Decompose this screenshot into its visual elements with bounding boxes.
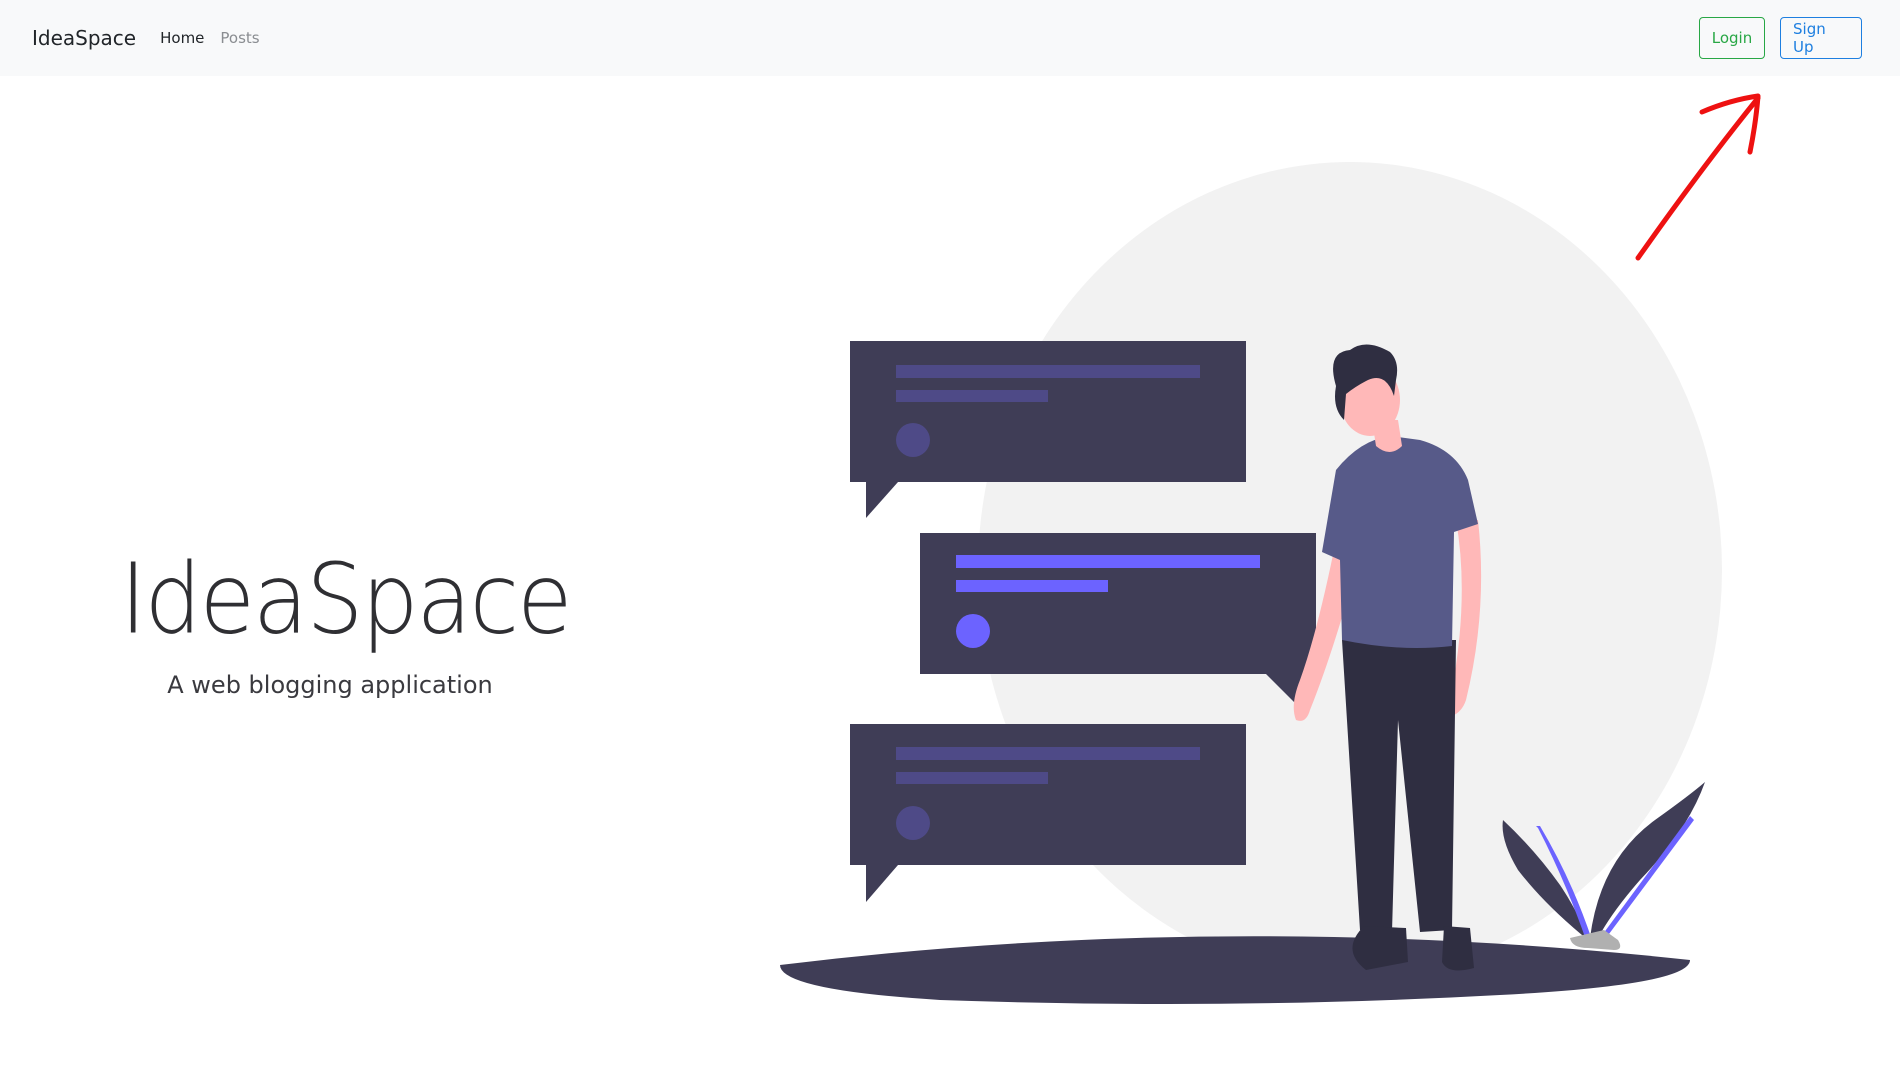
red-arrow-icon bbox=[1635, 93, 1761, 261]
hero-illustration bbox=[780, 93, 1761, 1004]
ground-shadow bbox=[780, 936, 1690, 1004]
